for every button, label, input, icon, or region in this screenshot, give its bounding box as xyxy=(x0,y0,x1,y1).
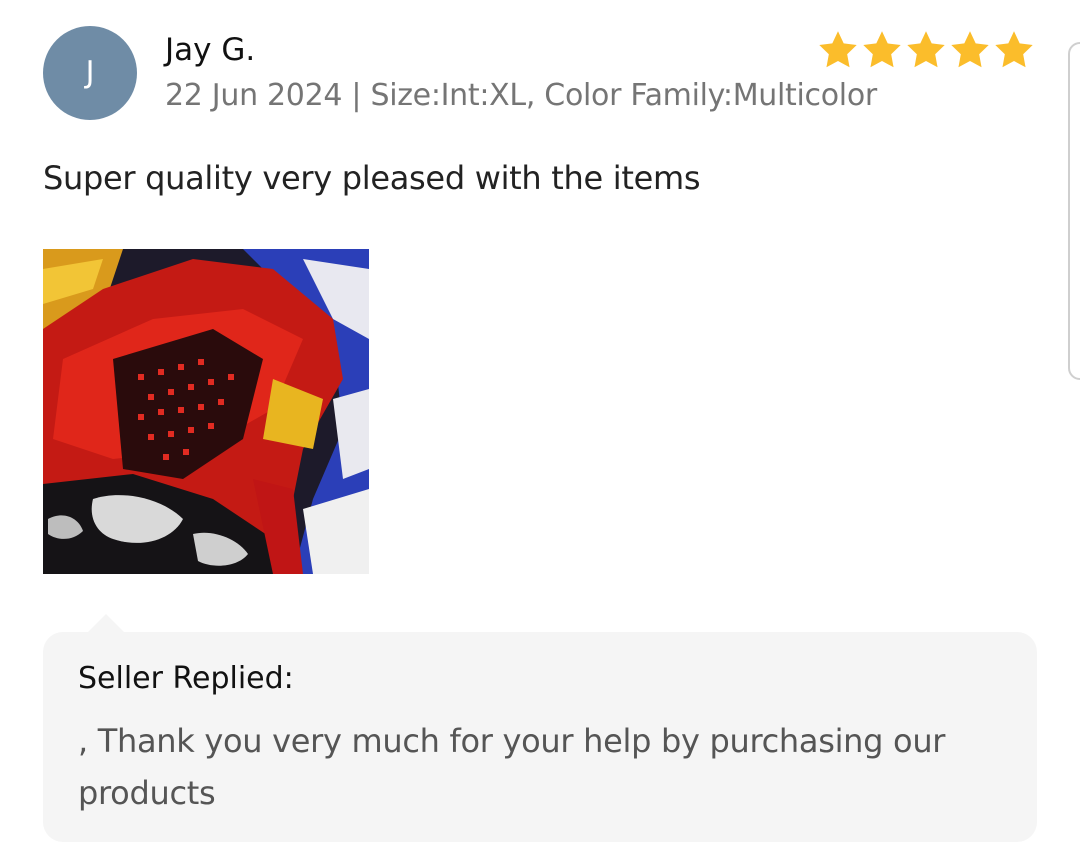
seller-reply-text: , Thank you very much for your help by p… xyxy=(78,722,946,812)
star-icon xyxy=(995,31,1033,68)
reply-pointer xyxy=(86,614,126,634)
reviewer-name: Jay G. xyxy=(165,32,256,68)
review-meta: 22 Jun 2024 | Size:Int:XL, Color Family:… xyxy=(165,78,877,113)
product-photo-icon xyxy=(43,249,369,574)
review-text: Super quality very pleased with the item… xyxy=(43,159,701,197)
star-icon xyxy=(907,31,945,68)
avatar: J xyxy=(43,26,137,120)
star-icon xyxy=(951,31,989,68)
scroll-edge xyxy=(1068,42,1080,380)
star-icon xyxy=(863,31,901,68)
star-rating xyxy=(816,28,1036,72)
review-photo[interactable] xyxy=(43,249,369,574)
star-icon xyxy=(819,31,857,68)
seller-reply-title: Seller Replied: xyxy=(78,661,294,696)
